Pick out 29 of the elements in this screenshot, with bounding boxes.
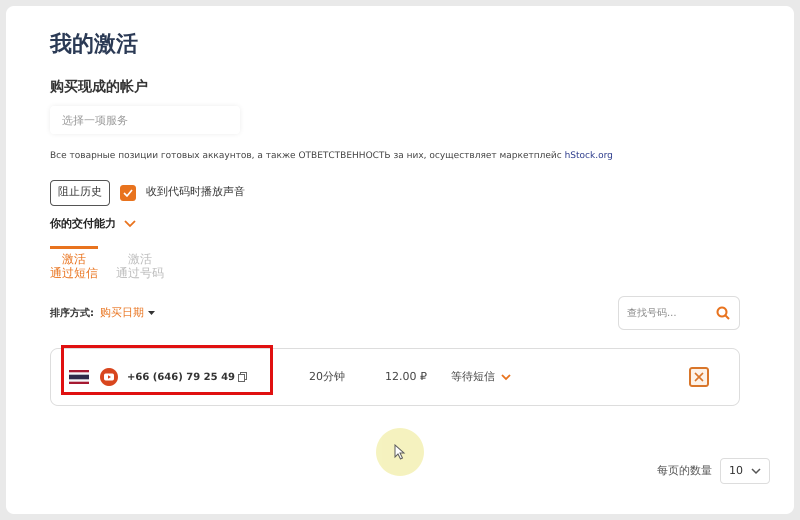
status-dropdown[interactable]: 等待短信 [450, 368, 511, 386]
notice-text: Все товарные позиции готовых аккаунтов, а также ОТВЕТСТВЕННОСТЬ за них, осуществляет маркетплейс hStock.org [50, 150, 614, 163]
page-size-select[interactable]: 10 [720, 458, 770, 484]
search-icon[interactable] [716, 306, 730, 320]
capabilities-label: 你的交付能力 [50, 216, 116, 232]
cancel-button[interactable] [689, 367, 709, 387]
chevron-icon [751, 468, 761, 474]
chevron-icon [500, 374, 511, 380]
section-heading: 购买现成的帐户 [50, 78, 149, 97]
chevron-icon[interactable] [124, 220, 136, 228]
checkbox[interactable] [120, 184, 136, 200]
video-play-icon [99, 367, 119, 387]
close-icon [694, 372, 704, 382]
phone-number: +66 (646) 79 25 49 [127, 370, 235, 384]
checkmark-icon [123, 188, 133, 196]
service-select[interactable]: 选择一项服务 [50, 106, 240, 134]
cursor-icon [394, 444, 406, 460]
page-title: 我的激活 [50, 31, 139, 59]
sort-label: 排序方式: [50, 306, 94, 320]
time-remaining: 20分钟 [308, 368, 345, 385]
marketplace-link[interactable]: hStock.org [564, 151, 613, 161]
copy-icon[interactable] [238, 372, 247, 382]
page-size-label: 每页的数量 [657, 462, 712, 479]
price: 12.00 ₽ [384, 368, 427, 385]
checkbox-label: 收到代码时播放声音 [146, 184, 245, 200]
block-history-button[interactable]: 阻止历史 [50, 180, 110, 206]
flag-icon [69, 370, 89, 384]
caret-icon [148, 311, 155, 315]
search-field[interactable]: 查找号码... [618, 296, 740, 330]
